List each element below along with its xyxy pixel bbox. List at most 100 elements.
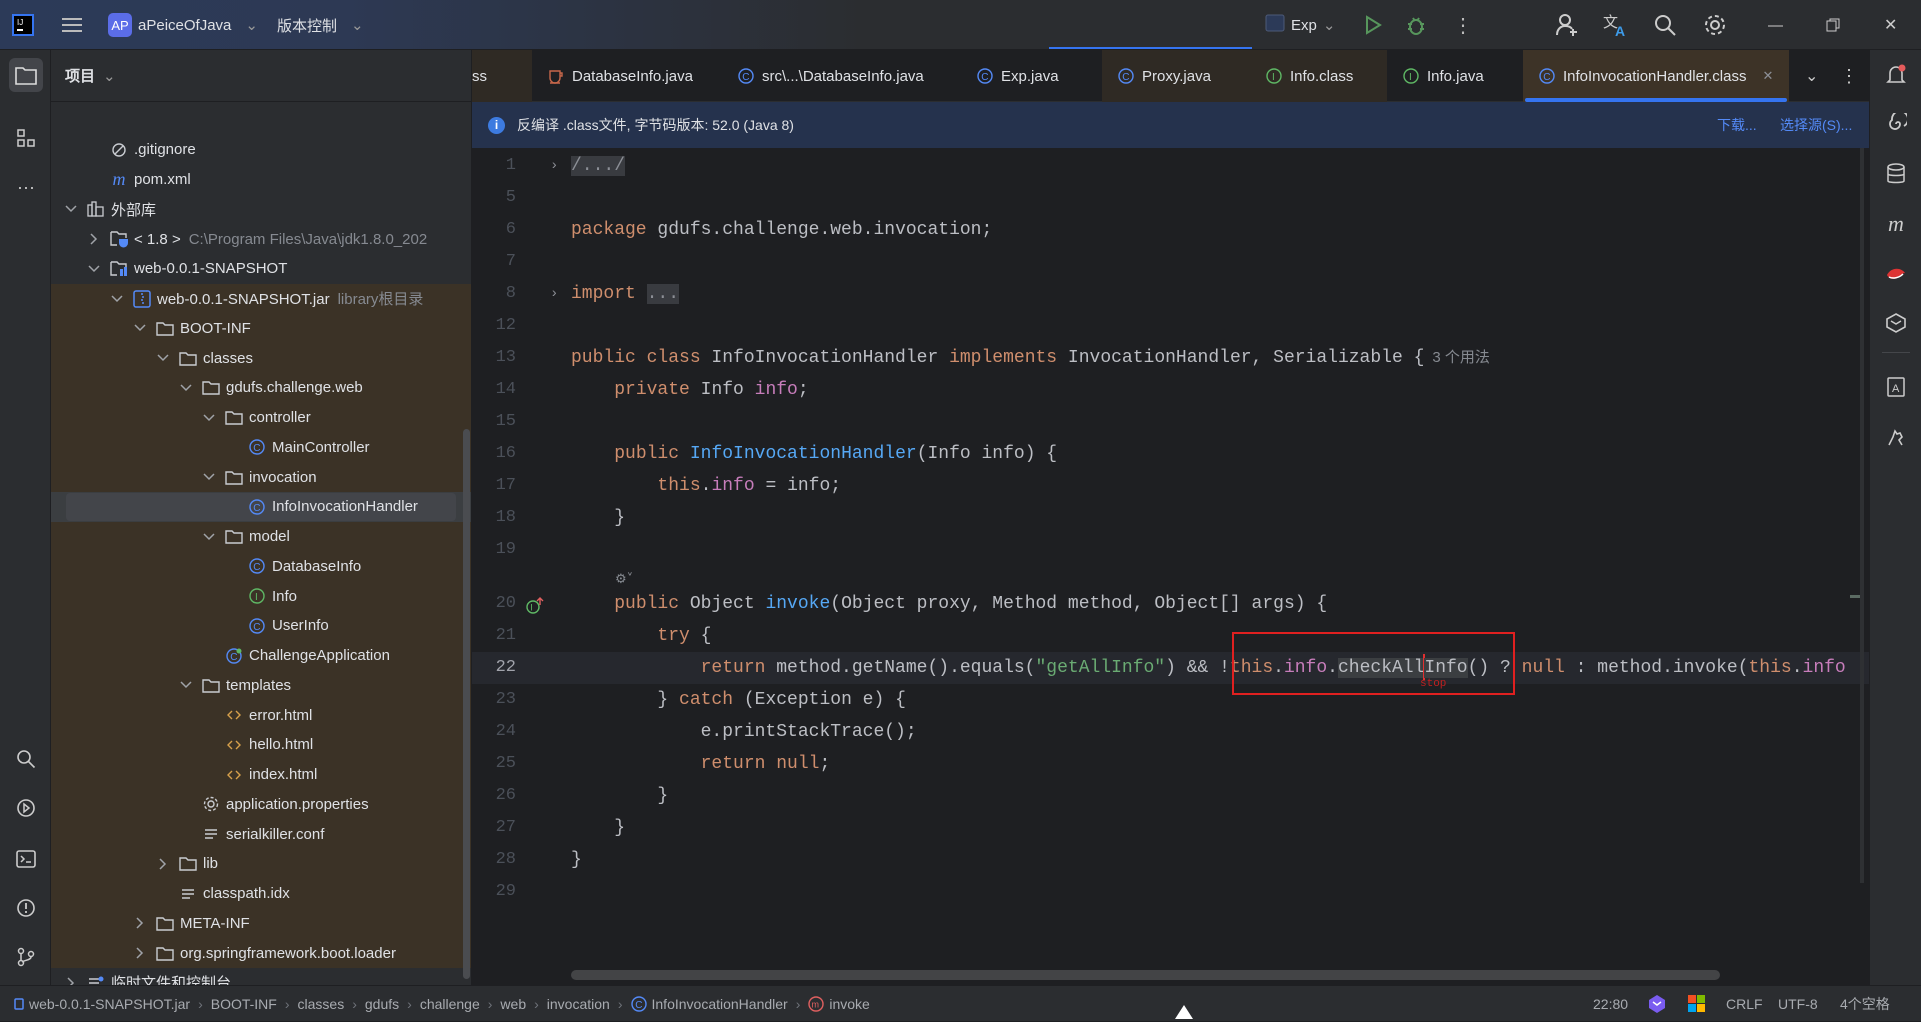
code-line[interactable]: 6 package gdufs.challenge.web.invocation;: [472, 214, 1869, 246]
database-button[interactable]: [1879, 157, 1913, 191]
tab-exp-java[interactable]: C Exp.java: [961, 50, 1102, 102]
code-line[interactable]: 7: [472, 246, 1869, 278]
chevron-down-icon[interactable]: [111, 293, 123, 305]
close-tab-icon[interactable]: ✕: [1762, 68, 1773, 84]
code-line[interactable]: 27 }: [472, 812, 1869, 844]
tree-item[interactable]: serialkiller.conf: [51, 819, 471, 849]
chevron-right-icon[interactable]: [157, 858, 169, 870]
translate-icon[interactable]: 文A: [1603, 0, 1629, 50]
breadcrumb-item[interactable]: web: [500, 996, 526, 1012]
chevron-right-icon[interactable]: [134, 947, 146, 959]
more-tools-icon[interactable]: ···: [9, 170, 43, 204]
tab-more-icon[interactable]: ⋮: [1840, 50, 1858, 102]
git-tool-button[interactable]: [9, 940, 43, 974]
tree-item[interactable]: C InfoInvocationHandler: [51, 492, 471, 522]
code-line[interactable]: 22 return method.getName().equals("getAl…: [472, 652, 1869, 684]
tree-item[interactable]: META-INF: [51, 909, 471, 939]
tree-item[interactable]: C UserInfo: [51, 611, 471, 641]
more-actions-icon[interactable]: ⋮: [1453, 0, 1473, 50]
code-line[interactable]: 26 }: [472, 780, 1869, 812]
windows-logo-icon[interactable]: [1688, 986, 1706, 1022]
tree-item[interactable]: hello.html: [51, 730, 471, 760]
breadcrumb-item[interactable]: C InfoInvocationHandler: [630, 996, 788, 1012]
code-editor[interactable]: 1 › /.../ 5 6 package gdufs.challenge.web.inv…: [472, 148, 1869, 985]
chevron-right-icon[interactable]: [88, 233, 100, 245]
tree-item[interactable]: classes: [51, 343, 471, 373]
code-line[interactable]: 5: [472, 182, 1869, 214]
tree-item[interactable]: C ChallengeApplication: [51, 641, 471, 671]
breadcrumb-item[interactable]: web-0.0.1-SNAPSHOT.jar: [14, 996, 190, 1012]
download-sources-link[interactable]: 下载...: [1717, 115, 1757, 135]
usages-hint[interactable]: 3 个用法: [1432, 349, 1490, 366]
tree-item[interactable]: BOOT-INF: [51, 314, 471, 344]
tree-item[interactable]: m pom.xml: [51, 165, 471, 195]
code-line[interactable]: 17 this.info = info;: [472, 470, 1869, 502]
run-config-selector[interactable]: Exp ⌄: [1265, 0, 1335, 50]
code-line[interactable]: 23 } catch (Exception e) {: [472, 684, 1869, 716]
tree-item[interactable]: application.properties: [51, 790, 471, 820]
code-line[interactable]: 13 public class InfoInvocationHandler imp…: [472, 342, 1869, 374]
chevron-down-icon[interactable]: [203, 471, 215, 483]
code-line[interactable]: 25 return null;: [472, 748, 1869, 780]
chevron-down-icon[interactable]: [134, 322, 146, 334]
indent-setting[interactable]: 4个空格: [1840, 986, 1890, 1022]
plugin-cat-button[interactable]: [1879, 419, 1913, 453]
chevron-down-icon[interactable]: [65, 203, 77, 215]
code-line[interactable]: 8 › import ...: [472, 278, 1869, 310]
search-icon[interactable]: [1653, 0, 1677, 50]
tree-item[interactable]: web-0.0.1-SNAPSHOT: [51, 254, 471, 284]
tree-item[interactable]: lib: [51, 849, 471, 879]
project-panel-header[interactable]: 项目 ⌄: [51, 50, 471, 102]
search-tool-button[interactable]: [9, 742, 43, 776]
tree-item[interactable]: templates: [51, 671, 471, 701]
tree-item[interactable]: error.html: [51, 700, 471, 730]
code-line[interactable]: 28}: [472, 844, 1869, 876]
notifications-button[interactable]: [1879, 58, 1913, 92]
tab-infoinvocationhandler-class[interactable]: C InfoInvocationHandler.class ✕: [1523, 50, 1789, 102]
project-tool-button[interactable]: [9, 58, 43, 92]
tab-info-class[interactable]: I Info.class: [1250, 50, 1387, 102]
tab-ss[interactable]: ss: [472, 50, 532, 102]
plugin-bird-button[interactable]: [1879, 256, 1913, 290]
fold-chevron-icon[interactable]: ›: [550, 150, 558, 182]
debug-button[interactable]: [1405, 0, 1427, 50]
breadcrumb-item[interactable]: challenge: [420, 996, 480, 1012]
tree-item[interactable]: C MainController: [51, 433, 471, 463]
caret-position[interactable]: 22:80: [1593, 986, 1628, 1022]
breadcrumb-item[interactable]: m invoke: [808, 996, 870, 1012]
breadcrumb-item[interactable]: gdufs: [365, 996, 399, 1012]
minimize-button[interactable]: —: [1768, 0, 1783, 50]
code-line[interactable]: 18 }: [472, 502, 1869, 534]
chevron-down-icon[interactable]: [180, 382, 192, 394]
main-menu-icon[interactable]: [62, 0, 84, 50]
settings-gear-icon[interactable]: [1703, 0, 1727, 50]
tab-list-chevron-icon[interactable]: ⌄: [1805, 50, 1818, 102]
chevron-down-icon[interactable]: [203, 412, 215, 424]
file-encoding[interactable]: UTF-8: [1778, 986, 1818, 1022]
code-line[interactable]: 24 e.printStackTrace();: [472, 716, 1869, 748]
tree-item[interactable]: invocation: [51, 462, 471, 492]
tree-item[interactable]: I Info: [51, 581, 471, 611]
code-line[interactable]: 29: [472, 876, 1869, 908]
intellij-logo-icon[interactable]: IJ: [12, 0, 34, 50]
ai-assistant-button[interactable]: [1879, 107, 1913, 141]
code-line[interactable]: ⚙˅ 20 I public Object invoke(Object proxy,…: [472, 572, 1869, 620]
choose-sources-link[interactable]: 选择源(S)...: [1780, 115, 1852, 135]
chevron-down-icon[interactable]: [88, 263, 100, 275]
tree-item[interactable]: < 1.8 > C:\Program Files\Java\jdk1.8.0_20…: [51, 224, 471, 254]
add-user-icon[interactable]: [1555, 0, 1579, 50]
ascii-doc-button[interactable]: A: [1879, 370, 1913, 404]
project-scrollbar[interactable]: [463, 429, 470, 979]
terminal-tool-button[interactable]: [9, 842, 43, 876]
tree-item[interactable]: index.html: [51, 760, 471, 790]
tree-item[interactable]: model: [51, 522, 471, 552]
code-line[interactable]: 12: [472, 310, 1869, 342]
breadcrumb-item[interactable]: invocation: [547, 996, 610, 1012]
chevron-down-icon[interactable]: [157, 352, 169, 364]
close-window-button[interactable]: ✕: [1884, 0, 1897, 50]
tree-item[interactable]: 外部库: [51, 195, 471, 225]
plugin-button[interactable]: [1879, 306, 1913, 340]
structure-tool-button[interactable]: [9, 121, 43, 155]
code-line[interactable]: 19: [472, 534, 1869, 566]
tree-item[interactable]: 临时文件和控制台: [51, 968, 471, 985]
